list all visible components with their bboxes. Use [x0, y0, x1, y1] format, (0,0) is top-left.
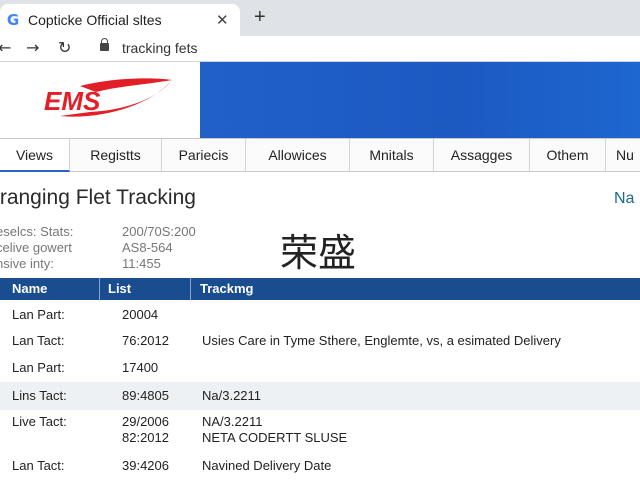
cell-tracking: Navined Delivery Date [202, 458, 332, 473]
cell-name: Lins Tact: [12, 388, 67, 403]
browser-tab-strip: G Copticke Official sltes ✕ + [0, 0, 640, 36]
column-divider [190, 278, 191, 300]
page-title: tranging Flet Tracking [0, 186, 196, 209]
column-header-tracking[interactable]: Trackmg [200, 281, 253, 296]
nav-tab-pariecis[interactable]: Pariecis [162, 139, 246, 172]
stat-value: 200/70S:200 [122, 224, 196, 239]
cell-tracking-secondary: NETA CODERTT SLUSE [202, 430, 348, 445]
nav-tab-views[interactable]: Views [0, 139, 70, 172]
cell-tracking: NA/3.2211 [202, 414, 263, 429]
tab-title: Copticke Official sltes [28, 12, 162, 28]
table-row[interactable]: Lins Tact: 89:4805 Na/3.2211 [0, 382, 640, 410]
cell-name: Lan Tact: [12, 333, 65, 348]
address-bar: ← → ↻ tracking fets [0, 36, 640, 62]
cell-list: 29/2006 [122, 414, 169, 429]
stat-label: nsive inty: [0, 256, 54, 271]
nav-tab-othem[interactable]: Othem [530, 139, 606, 172]
forward-arrow-icon[interactable]: → [26, 38, 39, 57]
stats-block: eselcs: Stats: 200/70S:200 celive gowert… [0, 224, 256, 272]
logo-text: EMS [44, 86, 101, 116]
cell-name: Lan Part: [12, 307, 65, 322]
nav-tab-registts[interactable]: Registts [70, 139, 162, 172]
google-g-icon: G [6, 11, 20, 29]
cell-list: 76:2012 [122, 333, 169, 348]
cell-name: Lan Tact: [12, 458, 65, 473]
table-row[interactable]: Lan Tact: 39:4206 Navined Delivery Date [0, 452, 640, 480]
stat-label: celive gowert [0, 240, 72, 255]
column-divider [99, 278, 100, 300]
stat-row: eselcs: Stats: 200/70S:200 [0, 224, 256, 240]
header-banner [200, 62, 640, 138]
cell-list: 39:4206 [122, 458, 169, 473]
column-header-list[interactable]: List [108, 281, 131, 296]
stat-label: eselcs: Stats: [0, 224, 74, 239]
table-row[interactable]: Live Tact: 29/2006 82:2012 NA/3.2211 NET… [0, 410, 640, 452]
table-row[interactable]: Lan Tact: 76:2012 Usies Care in Tyme Sth… [0, 328, 640, 354]
title-right-link[interactable]: Na [614, 190, 634, 208]
lock-icon [100, 38, 109, 51]
stat-value: 11:455 [122, 256, 161, 271]
overlay-label: 荣盛 [280, 231, 357, 275]
cell-list: 17400 [122, 360, 159, 375]
ems-logo[interactable]: EMS [40, 76, 180, 124]
stat-row: nsive inty: 11:455 [0, 256, 256, 272]
site-header: EMS [0, 62, 640, 138]
browser-tab[interactable]: G Copticke Official sltes ✕ [0, 4, 240, 36]
cell-tracking: Na/3.2211 [202, 388, 262, 403]
url-input[interactable]: tracking fets [122, 40, 197, 56]
table-header: Name List Trackmg [0, 278, 640, 300]
table-row[interactable]: Lan Part: 20004 [0, 302, 640, 328]
cell-name: Lan Part: [12, 360, 65, 375]
main-nav: Views Registts Pariecis Allowices Mnital… [0, 138, 640, 172]
plus-icon[interactable]: + [254, 7, 266, 27]
nav-tab-allowices[interactable]: Allowices [246, 139, 350, 172]
cell-list-secondary: 82:2012 [122, 430, 169, 445]
nav-tab-assagges[interactable]: Assagges [434, 139, 530, 172]
cell-list: 89:4805 [122, 388, 169, 403]
cell-list: 20004 [122, 307, 159, 322]
column-header-name[interactable]: Name [12, 281, 47, 296]
cell-tracking: Usies Care in Tyme Sthere, Englemte, vs,… [202, 333, 561, 348]
close-icon[interactable]: ✕ [216, 11, 229, 29]
stat-value: AS8-564 [122, 240, 173, 255]
back-arrow-icon[interactable]: ← [0, 38, 11, 57]
nav-tab-more[interactable]: Nu [606, 139, 640, 172]
nav-tab-mnitals[interactable]: Mnitals [350, 139, 434, 172]
table-row[interactable]: Lan Part: 17400 [0, 354, 640, 382]
reload-icon[interactable]: ↻ [58, 38, 71, 57]
cell-name: Live Tact: [12, 414, 67, 429]
stat-row: celive gowert AS8-564 [0, 240, 256, 256]
